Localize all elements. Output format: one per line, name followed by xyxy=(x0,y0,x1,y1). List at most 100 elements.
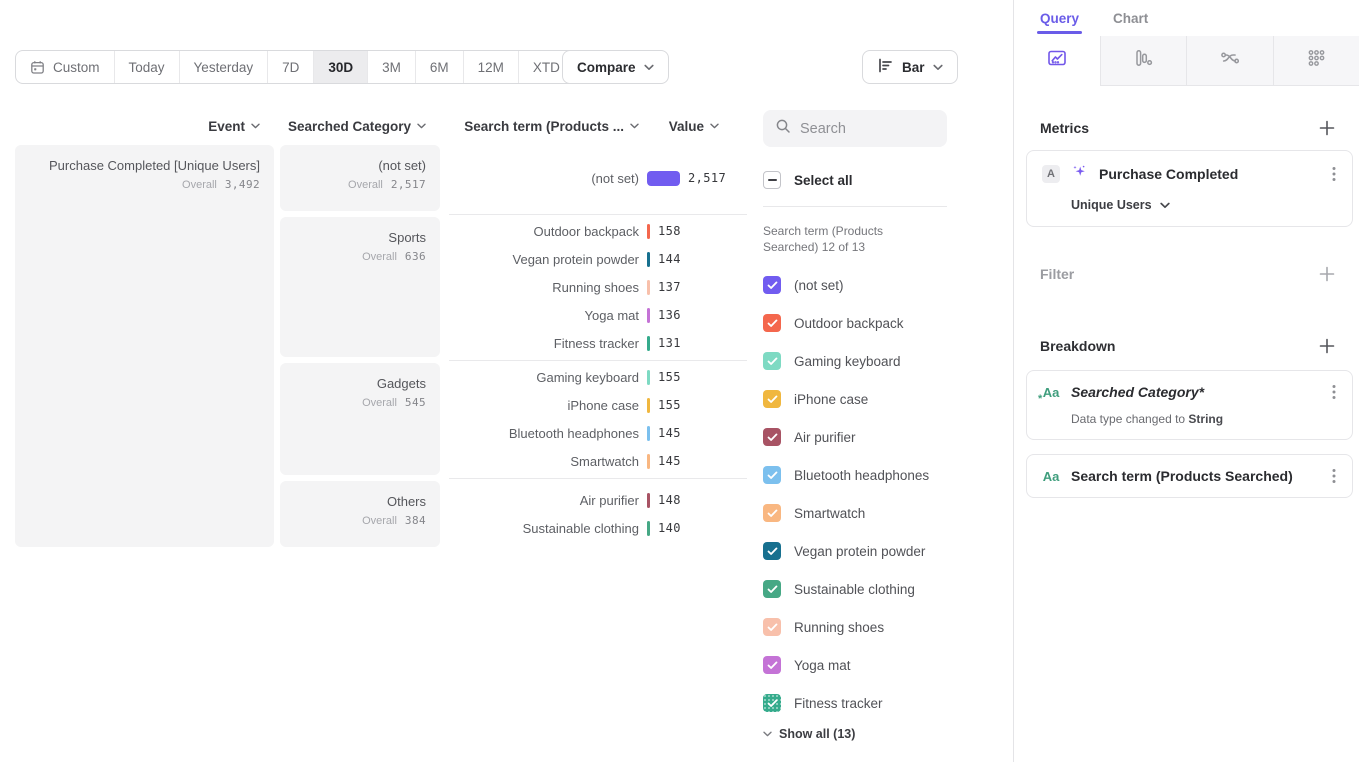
breakdown-options-kebab-icon[interactable] xyxy=(1328,382,1340,402)
checkbox[interactable] xyxy=(763,466,781,484)
breakdown-card-searched-category[interactable]: Aa * Searched Category* Data type change… xyxy=(1026,370,1353,440)
category-cell[interactable]: OthersOverall384 xyxy=(280,481,440,547)
date-range-yesterday[interactable]: Yesterday xyxy=(180,51,269,83)
bar-row[interactable]: Vegan protein powder144 xyxy=(449,245,747,273)
term-label: Air purifier xyxy=(449,493,639,508)
value-label: 145 xyxy=(658,454,681,468)
date-range-custom[interactable]: Custom xyxy=(16,51,115,83)
bar-row[interactable]: Outdoor backpack158 xyxy=(449,217,747,245)
tab-query[interactable]: Query xyxy=(1040,11,1079,26)
metric-options-kebab-icon[interactable] xyxy=(1328,164,1340,184)
legend-panel: Select all Search term (Products Searche… xyxy=(763,110,947,741)
bar-row[interactable]: Smartwatch 145 xyxy=(449,447,747,475)
term-label: iPhone case xyxy=(449,398,639,413)
event-name: Purchase Completed [Unique Users] xyxy=(29,158,260,173)
column-header-event[interactable]: Event xyxy=(15,119,274,134)
checkbox[interactable] xyxy=(763,504,781,522)
add-metric-button[interactable] xyxy=(1317,118,1337,138)
legend-item[interactable]: Yoga mat xyxy=(763,646,947,684)
breakdown-options-kebab-icon[interactable] xyxy=(1328,466,1340,486)
search-input[interactable] xyxy=(800,121,935,137)
tab-funnels[interactable] xyxy=(1101,36,1187,85)
legend-item[interactable]: Bluetooth headphones xyxy=(763,456,947,494)
value-bar xyxy=(647,280,650,295)
checkbox[interactable] xyxy=(763,314,781,332)
category-overall: Overall545 xyxy=(294,396,426,409)
checkbox[interactable] xyxy=(763,656,781,674)
checkbox[interactable] xyxy=(763,542,781,560)
category-cell[interactable]: SportsOverall636 xyxy=(280,217,440,357)
event-cell[interactable]: Purchase Completed [Unique Users] Overal… xyxy=(15,145,274,547)
legend-item[interactable]: Gaming keyboard xyxy=(763,342,947,380)
bar-row[interactable]: Gaming keyboard155 xyxy=(449,363,747,391)
date-range-30d[interactable]: 30D xyxy=(314,51,368,83)
overall-label: Overall xyxy=(362,397,397,409)
category-overall: Overall2,517 xyxy=(294,178,426,191)
legend-item-label: iPhone case xyxy=(794,392,868,407)
date-range-label: 3M xyxy=(382,60,401,75)
value-label: 155 xyxy=(658,398,681,412)
bar-row[interactable]: Bluetooth headphones145 xyxy=(449,419,747,447)
legend-item[interactable]: Running shoes xyxy=(763,608,947,646)
metrics-heading: Metrics xyxy=(1040,120,1089,136)
bar-row[interactable]: iPhone case 155 xyxy=(449,391,747,419)
bar-row[interactable]: Air purifier148 xyxy=(449,486,747,514)
chart-type-button[interactable]: Bar xyxy=(862,50,958,84)
legend-item[interactable]: Vegan protein powder xyxy=(763,532,947,570)
bar-row[interactable]: Sustainable clothing140 xyxy=(449,514,747,542)
add-breakdown-button[interactable] xyxy=(1317,336,1337,356)
column-header-value[interactable]: Value xyxy=(669,119,719,134)
breakdown-card-search-term[interactable]: Aa Search term (Products Searched) xyxy=(1026,454,1353,498)
tab-retention[interactable] xyxy=(1273,36,1359,85)
filter-heading: Filter xyxy=(1040,266,1074,282)
bar-row[interactable]: (not set)2,517 xyxy=(449,164,747,192)
tab-insights[interactable] xyxy=(1014,36,1101,85)
legend-item[interactable]: iPhone case xyxy=(763,380,947,418)
checkbox[interactable] xyxy=(763,694,781,712)
compare-button[interactable]: Compare xyxy=(562,50,669,84)
date-range-3m[interactable]: 3M xyxy=(368,51,416,83)
metric-card[interactable]: A Purchase Completed Unique Users xyxy=(1026,150,1353,227)
legend-item-label: Running shoes xyxy=(794,620,884,635)
select-all-checkbox[interactable] xyxy=(763,171,781,189)
aggregation-selector[interactable]: Unique Users xyxy=(1071,198,1340,212)
date-range-6m[interactable]: 6M xyxy=(416,51,464,83)
checkbox[interactable] xyxy=(763,580,781,598)
legend-item[interactable]: Fitness tracker xyxy=(763,684,947,722)
show-all-button[interactable]: Show all (13) xyxy=(763,727,947,741)
legend-item-label: Vegan protein powder xyxy=(794,544,925,559)
search-box[interactable] xyxy=(763,110,947,147)
breakdown-title: Searched Category* xyxy=(1071,384,1204,400)
category-cell[interactable]: GadgetsOverall545 xyxy=(280,363,440,475)
checkbox[interactable] xyxy=(763,276,781,294)
category-cell[interactable]: (not set)Overall2,517 xyxy=(280,145,440,211)
legend-item[interactable]: Outdoor backpack xyxy=(763,304,947,342)
legend-item[interactable]: Smartwatch xyxy=(763,494,947,532)
date-range-12m[interactable]: 12M xyxy=(464,51,519,83)
legend-item[interactable]: Sustainable clothing xyxy=(763,570,947,608)
legend-item[interactable]: (not set) xyxy=(763,266,947,304)
tab-flows[interactable] xyxy=(1186,36,1273,85)
term-label: Smartwatch xyxy=(449,454,639,469)
sort-chevron-icon xyxy=(630,123,639,129)
select-all[interactable]: Select all xyxy=(763,171,947,189)
bar-row[interactable]: Yoga mat136 xyxy=(449,301,747,329)
checkbox[interactable] xyxy=(763,618,781,636)
checkbox[interactable] xyxy=(763,390,781,408)
bar-row[interactable]: Fitness tracker131 xyxy=(449,329,747,357)
chevron-down-icon xyxy=(1160,202,1170,209)
column-header-search-term[interactable]: Search term (Products ... xyxy=(449,119,639,134)
metric-series-badge: A xyxy=(1042,165,1060,183)
term-label: Fitness tracker xyxy=(449,336,639,351)
tab-chart[interactable]: Chart xyxy=(1113,11,1148,26)
add-filter-button[interactable] xyxy=(1317,264,1337,284)
legend-item[interactable]: Air purifier xyxy=(763,418,947,456)
column-header-category[interactable]: Searched Category xyxy=(280,119,440,134)
checkbox[interactable] xyxy=(763,352,781,370)
date-range-7d[interactable]: 7D xyxy=(268,51,314,83)
compare-label: Compare xyxy=(577,60,636,75)
value-bar xyxy=(647,308,650,323)
date-range-today[interactable]: Today xyxy=(115,51,180,83)
checkbox[interactable] xyxy=(763,428,781,446)
bar-row[interactable]: Running shoes137 xyxy=(449,273,747,301)
